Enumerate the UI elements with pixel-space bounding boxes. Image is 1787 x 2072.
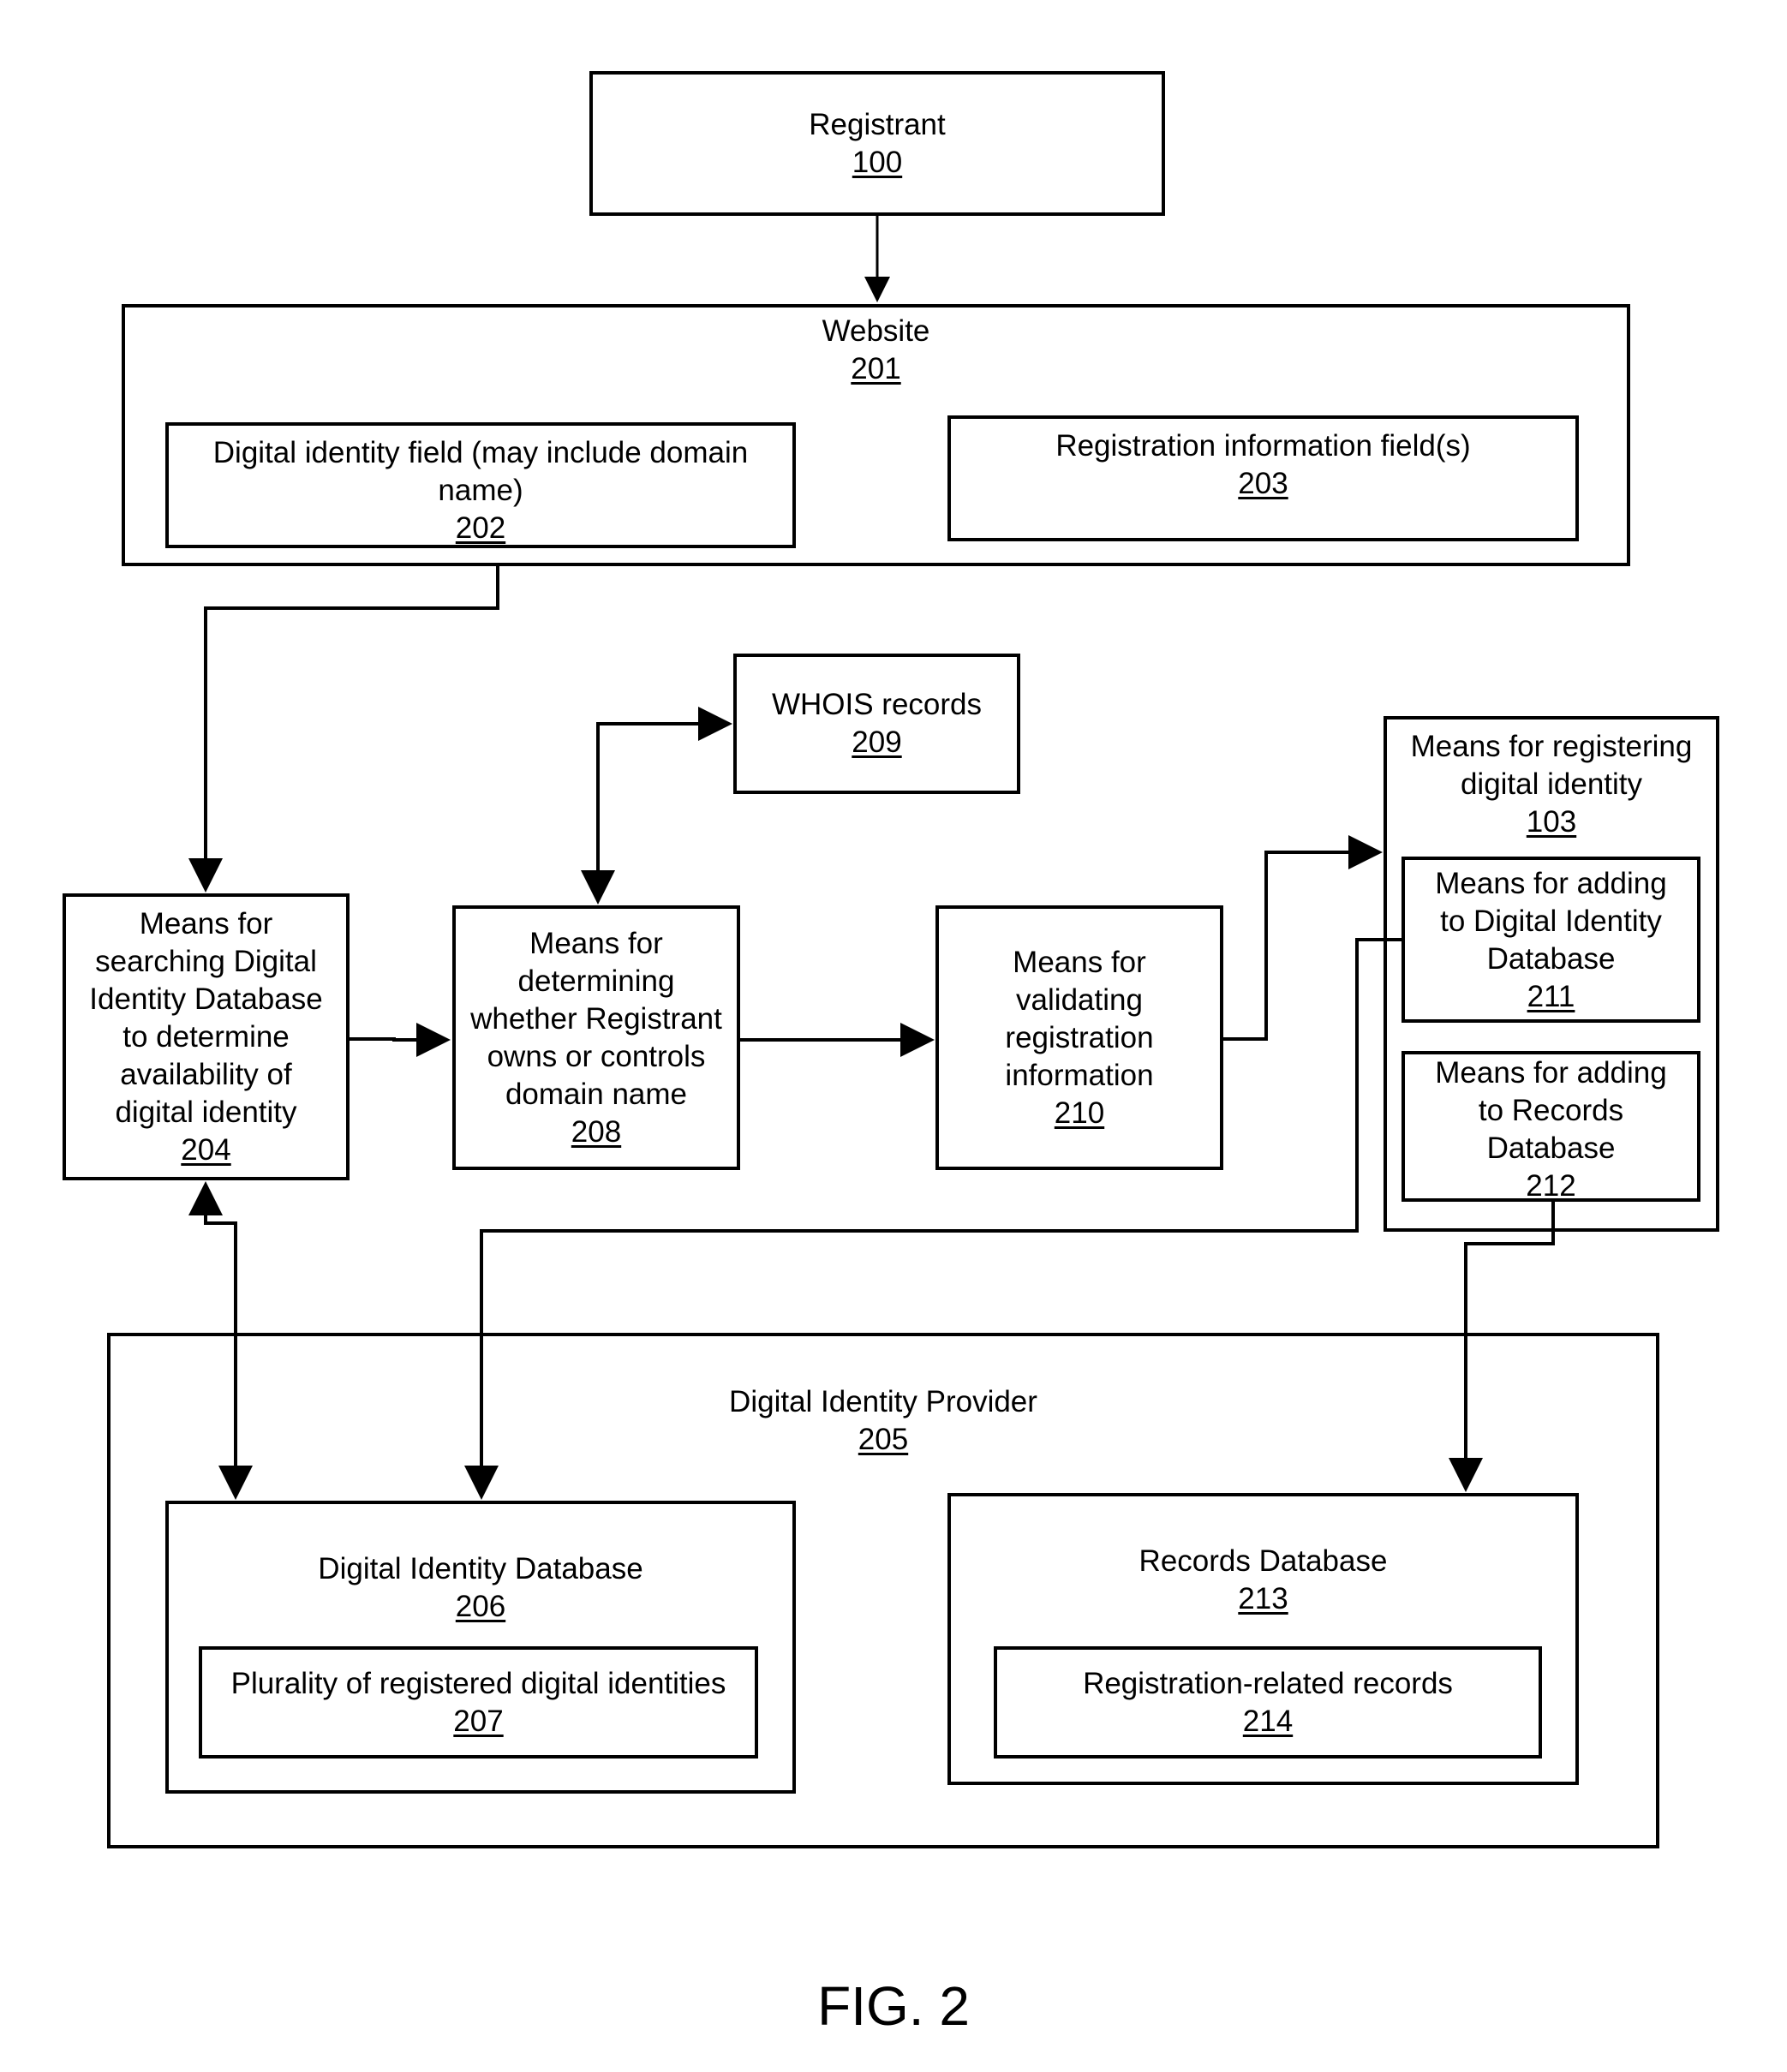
website-label: Website bbox=[822, 314, 930, 348]
registrant-box[interactable]: Registrant 100 bbox=[589, 71, 1165, 216]
register-means-ref: 103 bbox=[1526, 805, 1577, 839]
edge-208-209 bbox=[581, 707, 732, 905]
add-records-db-means-label: Means for adding to Records Database bbox=[1435, 1056, 1667, 1165]
registration-info-fields-label: Registration information field(s) bbox=[1055, 429, 1471, 463]
registration-info-fields-box[interactable]: Registration information field(s) 203 bbox=[947, 415, 1579, 541]
search-means-label: Means for searching Digital Identity Dat… bbox=[89, 906, 323, 1129]
figure-caption: FIG. 2 bbox=[817, 1975, 970, 2037]
website-ref: 201 bbox=[851, 352, 901, 385]
provider-label: Digital Identity Provider bbox=[729, 1385, 1037, 1418]
registered-identities-ref: 207 bbox=[453, 1704, 504, 1738]
validate-means-label: Means for validating registration inform… bbox=[1005, 945, 1154, 1092]
add-identity-db-means-label: Means for adding to Digital Identity Dat… bbox=[1435, 867, 1667, 976]
digital-identity-field-ref: 202 bbox=[455, 511, 506, 545]
registered-identities-box[interactable]: Plurality of registered digital identiti… bbox=[199, 1646, 758, 1759]
identity-db-ref: 206 bbox=[455, 1590, 506, 1623]
registration-records-ref: 214 bbox=[1242, 1704, 1294, 1738]
registered-identities-label: Plurality of registered digital identiti… bbox=[230, 1666, 726, 1700]
edge-204-208 bbox=[350, 1023, 451, 1057]
add-records-db-means-ref: 212 bbox=[1526, 1169, 1576, 1203]
registration-records-box[interactable]: Registration-related records 214 bbox=[994, 1646, 1542, 1759]
records-db-ref: 213 bbox=[1238, 1582, 1288, 1615]
add-identity-db-means-ref: 211 bbox=[1527, 980, 1575, 1013]
whois-label: WHOIS records bbox=[771, 688, 983, 721]
search-means-ref: 204 bbox=[181, 1132, 231, 1167]
edge-202-204 bbox=[188, 566, 499, 893]
validate-means-box[interactable]: Means for validating registration inform… bbox=[935, 905, 1223, 1170]
registrant-ref: 100 bbox=[852, 145, 903, 179]
validate-means-ref: 210 bbox=[1054, 1096, 1105, 1130]
identity-db-label: Digital Identity Database bbox=[318, 1552, 643, 1585]
whois-box[interactable]: WHOIS records 209 bbox=[733, 654, 1020, 794]
digital-identity-field-box[interactable]: Digital identity field (may include doma… bbox=[165, 422, 796, 548]
whois-ref: 209 bbox=[852, 725, 902, 759]
registrant-label: Registrant bbox=[809, 107, 946, 141]
determine-means-box[interactable]: Means for determining whether Registrant… bbox=[452, 905, 740, 1170]
registration-records-label: Registration-related records bbox=[1083, 1666, 1453, 1700]
determine-means-ref: 208 bbox=[571, 1114, 622, 1149]
determine-means-label: Means for determining whether Registrant… bbox=[470, 926, 722, 1111]
search-means-box[interactable]: Means for searching Digital Identity Dat… bbox=[63, 893, 350, 1180]
registration-info-fields-ref: 203 bbox=[1238, 467, 1288, 500]
register-means-label: Means for registering digital identity bbox=[1410, 730, 1693, 801]
digital-identity-field-label: Digital identity field (may include doma… bbox=[212, 436, 749, 507]
add-records-db-means-box[interactable]: Means for adding to Records Database 212 bbox=[1402, 1051, 1700, 1203]
add-identity-db-means-box[interactable]: Means for adding to Digital Identity Dat… bbox=[1402, 857, 1700, 1023]
records-db-label: Records Database bbox=[1139, 1544, 1388, 1578]
provider-ref: 205 bbox=[858, 1423, 909, 1456]
